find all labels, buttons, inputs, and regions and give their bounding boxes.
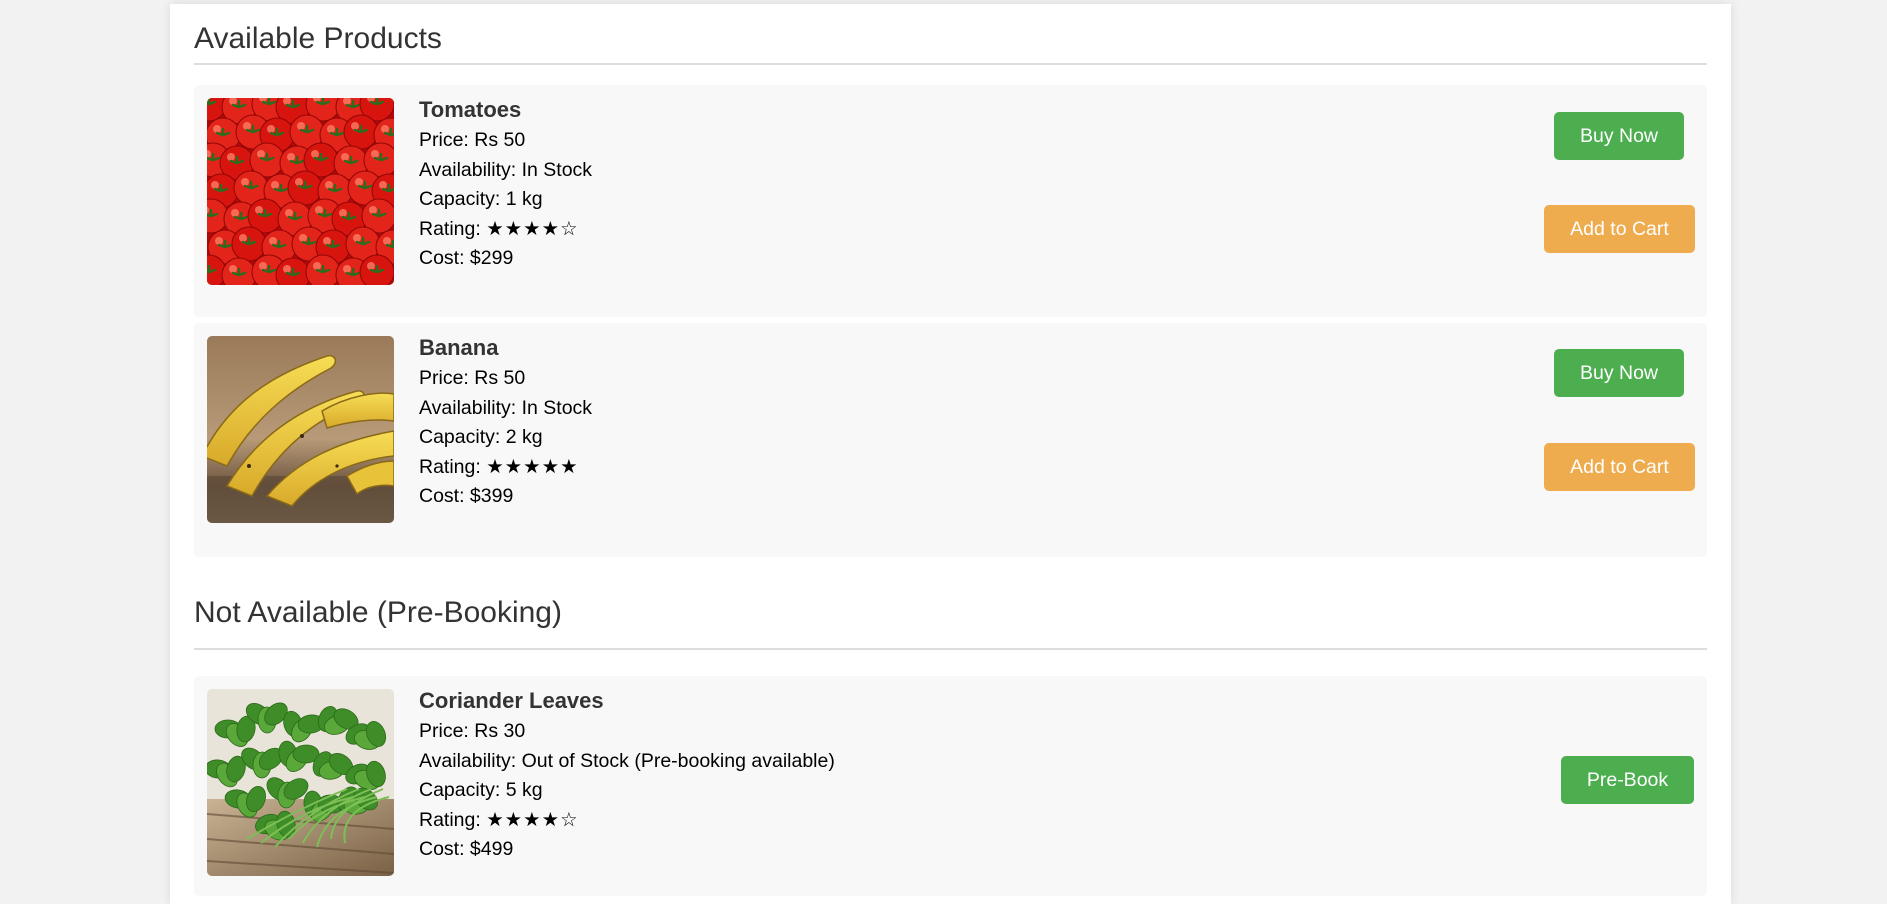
tomatoes-image xyxy=(207,98,394,285)
add-to-cart-button[interactable]: Add to Cart xyxy=(1544,443,1695,491)
prebooking-heading: Not Available (Pre-Booking) xyxy=(194,596,562,629)
coriander-image xyxy=(207,689,394,876)
product-card-banana: Banana Price: Rs 50 Availability: In Sto… xyxy=(194,323,1707,557)
product-info: Coriander Leaves Price: Rs 30 Availabili… xyxy=(419,688,835,865)
product-rating: Rating: ★★★★☆ xyxy=(419,806,835,836)
product-cost: Cost: $499 xyxy=(419,838,514,860)
products-container: Available Products Tomatoes Price: Rs 50… xyxy=(170,4,1731,904)
product-cost: Cost: $299 xyxy=(419,247,514,269)
product-card-coriander: Coriander Leaves Price: Rs 30 Availabili… xyxy=(194,676,1707,896)
rating-stars-icon: ★★★★★ xyxy=(486,455,579,478)
rating-label: Rating: xyxy=(419,455,487,478)
buy-now-button[interactable]: Buy Now xyxy=(1554,349,1684,397)
product-capacity: Capacity: 2 kg xyxy=(419,426,543,448)
rating-stars-icon: ★★★★☆ xyxy=(486,808,579,831)
available-products-heading: Available Products xyxy=(194,22,442,55)
pre-book-button[interactable]: Pre-Book xyxy=(1561,756,1694,804)
product-info: Tomatoes Price: Rs 50 Availability: In S… xyxy=(419,97,592,274)
product-rating: Rating: ★★★★☆ xyxy=(419,215,592,245)
product-capacity: Capacity: 1 kg xyxy=(419,188,543,210)
product-info: Banana Price: Rs 50 Availability: In Sto… xyxy=(419,335,592,512)
product-availability: Availability: Out of Stock (Pre-booking … xyxy=(419,749,835,772)
product-card-tomatoes: Tomatoes Price: Rs 50 Availability: In S… xyxy=(194,85,1707,317)
product-rating: Rating: ★★★★★ xyxy=(419,453,592,483)
rating-label: Rating: xyxy=(419,217,487,240)
product-name: Banana xyxy=(419,335,499,360)
product-availability: Availability: In Stock xyxy=(419,158,593,181)
rating-stars-icon: ★★★★☆ xyxy=(486,217,579,240)
add-to-cart-button[interactable]: Add to Cart xyxy=(1544,205,1695,253)
product-name: Tomatoes xyxy=(419,97,522,122)
product-availability: Availability: In Stock xyxy=(419,396,593,419)
buy-now-button[interactable]: Buy Now xyxy=(1554,112,1684,160)
product-price: Price: Rs 50 xyxy=(419,129,526,151)
section-divider xyxy=(194,648,1707,650)
product-name: Coriander Leaves xyxy=(419,688,604,713)
product-price: Price: Rs 50 xyxy=(419,367,526,389)
rating-label: Rating: xyxy=(419,808,487,831)
product-capacity: Capacity: 5 kg xyxy=(419,779,543,801)
banana-image xyxy=(207,336,394,523)
product-cost: Cost: $399 xyxy=(419,485,514,507)
section-divider xyxy=(194,63,1707,65)
product-price: Price: Rs 30 xyxy=(419,720,526,742)
